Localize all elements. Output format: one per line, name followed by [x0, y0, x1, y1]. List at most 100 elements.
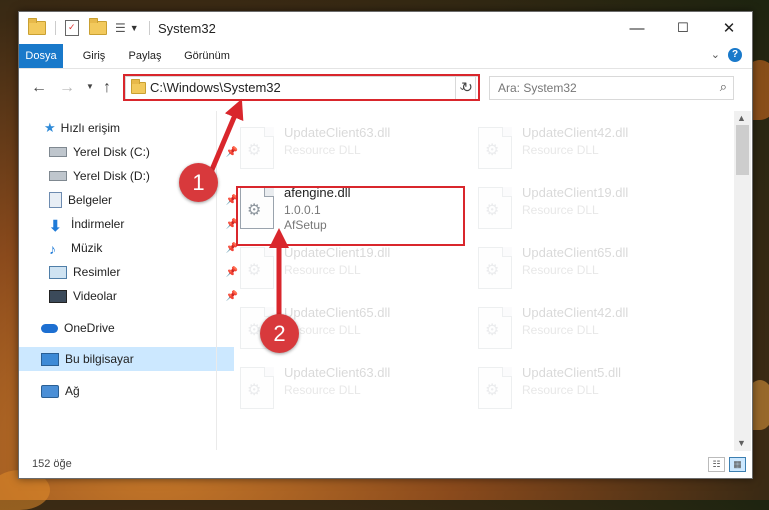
- sidebar-item-music[interactable]: ♪ Müzik 📌: [19, 236, 242, 260]
- file-tile[interactable]: ⚙ UpdateClient19.dll Resource DLL: [473, 177, 703, 233]
- sidebar-item-network[interactable]: Ağ: [19, 379, 234, 403]
- window-title: System32: [158, 21, 216, 36]
- expand-ribbon-icon[interactable]: ⌄: [711, 48, 720, 61]
- sidebar-item-this-pc[interactable]: Bu bilgisayar: [19, 347, 234, 371]
- up-arrow-icon[interactable]: ↑: [103, 79, 111, 97]
- maximize-button[interactable]: ☐: [660, 12, 706, 44]
- file-tile[interactable]: ⚙ UpdateClient5.dll Resource DLL: [473, 357, 703, 413]
- divider: [149, 21, 150, 35]
- dll-file-icon: ⚙: [478, 247, 512, 289]
- file-tile[interactable]: ⚙ UpdateClient63.dll Resource DLL: [235, 357, 465, 413]
- address-highlight-box: [123, 74, 480, 101]
- file-tile[interactable]: ⚙ UpdateClient42.dll Resource DLL: [473, 297, 703, 353]
- sidebar-item-pictures[interactable]: Resimler 📌: [19, 260, 242, 284]
- pane-divider: [216, 111, 217, 450]
- file-name: UpdateClient42.dll: [522, 125, 629, 140]
- details-view-icon[interactable]: ☷: [708, 457, 725, 472]
- file-name: UpdateClient63.dll: [284, 365, 391, 380]
- close-button[interactable]: ✕: [706, 12, 752, 44]
- sidebar-item-label: Hızlı erişim: [60, 121, 120, 135]
- cloud-icon: [41, 323, 58, 333]
- file-list: ⚙ UpdateClient63.dll Resource DLL ⚙ afen…: [227, 111, 734, 450]
- file-name: UpdateClient19.dll: [284, 245, 391, 260]
- step-badge-1: 1: [179, 163, 218, 202]
- sidebar-item-label: Yerel Disk (D:): [73, 169, 150, 183]
- tab-file[interactable]: Dosya: [19, 44, 63, 68]
- gear-icon: ⚙: [485, 262, 500, 279]
- chevron-down-icon[interactable]: ▼: [130, 23, 139, 33]
- file-name: UpdateClient42.dll: [522, 305, 629, 320]
- properties-icon[interactable]: ✓: [65, 20, 79, 36]
- item-count: 152 öğe: [32, 458, 72, 470]
- sidebar-item-disk-c[interactable]: Yerel Disk (C:) 📌: [19, 140, 242, 164]
- file-type: Resource DLL: [284, 383, 361, 397]
- ribbon-tabs: Dosya Giriş Paylaş Görünüm ⌄ ?: [19, 44, 752, 69]
- file-type: Resource DLL: [522, 263, 599, 277]
- explorer-window: ✓ ☰ ▼ System32 — ☐ ✕ Dosya Giriş Paylaş …: [18, 11, 753, 479]
- navigation-pane: ★ Hızlı erişim Yerel Disk (C:) 📌 Yerel D…: [19, 111, 238, 450]
- sidebar-item-label: Belgeler: [68, 193, 113, 207]
- network-icon: [41, 384, 59, 398]
- file-name: UpdateClient65.dll: [284, 305, 391, 320]
- drive-icon: [49, 147, 67, 157]
- vertical-scrollbar[interactable]: ▲ ▼: [734, 111, 751, 451]
- dll-file-icon: ⚙: [478, 307, 512, 349]
- navigation-bar: ← → ▼ ↑ C:\Windows\System32 ⌄ ↻ Ara: Sys…: [19, 69, 752, 109]
- sidebar-item-label: Yerel Disk (C:): [73, 145, 150, 159]
- tab-share[interactable]: Paylaş: [125, 44, 165, 68]
- sidebar-item-label: Müzik: [71, 241, 103, 255]
- title-bar: ✓ ☰ ▼ System32 — ☐ ✕: [19, 12, 752, 44]
- recent-locations-icon[interactable]: ▼: [86, 82, 94, 91]
- star-icon: ★: [44, 120, 56, 135]
- file-type: Resource DLL: [522, 323, 599, 337]
- drive-icon: [49, 171, 67, 181]
- scroll-down-icon[interactable]: ▼: [737, 438, 746, 448]
- dll-file-icon: ⚙: [478, 127, 512, 169]
- quick-access-toolbar: ✓ ☰ ▼: [28, 18, 139, 36]
- download-icon: ⬇: [49, 218, 62, 235]
- tab-view[interactable]: Görünüm: [181, 44, 233, 68]
- tab-home[interactable]: Giriş: [79, 44, 109, 68]
- sidebar-item-downloads[interactable]: ⬇ İndirmeler 📌: [19, 212, 242, 236]
- sidebar-item-quick-access[interactable]: ★ Hızlı erişim: [19, 116, 237, 140]
- documents-icon: [49, 192, 62, 208]
- sidebar-item-videos[interactable]: Videolar 📌: [19, 284, 242, 308]
- file-name: UpdateClient65.dll: [522, 245, 629, 260]
- sidebar-item-label: Ağ: [65, 384, 80, 398]
- sidebar-item-label: OneDrive: [64, 321, 115, 335]
- dll-file-icon: ⚙: [240, 247, 274, 289]
- scrollbar-thumb[interactable]: [736, 125, 749, 175]
- forward-arrow-icon[interactable]: →: [59, 79, 75, 97]
- dll-file-icon: ⚙: [240, 127, 274, 169]
- file-tile[interactable]: ⚙ UpdateClient65.dll Resource DLL: [473, 237, 703, 293]
- file-tile[interactable]: ⚙ UpdateClient42.dll Resource DLL: [473, 117, 703, 173]
- dll-file-icon: ⚙: [478, 187, 512, 229]
- status-bar: 152 öğe ☷ ▦: [19, 452, 752, 478]
- tiles-view-icon[interactable]: ▦: [729, 457, 746, 472]
- gear-icon: ⚙: [485, 382, 500, 399]
- search-input[interactable]: Ara: System32 ⌕: [489, 76, 734, 100]
- minimize-button[interactable]: —: [614, 12, 660, 44]
- search-placeholder: Ara: System32: [498, 81, 577, 95]
- step-badge-2: 2: [260, 314, 299, 353]
- new-folder-icon[interactable]: [89, 18, 107, 35]
- dll-file-icon: ⚙: [478, 367, 512, 409]
- back-arrow-icon[interactable]: ←: [31, 79, 47, 97]
- gear-icon: ⚙: [247, 382, 262, 399]
- file-tile[interactable]: ⚙ UpdateClient19.dll Resource DLL: [235, 237, 465, 293]
- sidebar-item-label: Bu bilgisayar: [65, 352, 134, 366]
- computer-icon: [41, 352, 59, 366]
- sidebar-item-onedrive[interactable]: OneDrive: [19, 316, 234, 340]
- customize-icon[interactable]: ☰: [115, 21, 126, 35]
- file-name: UpdateClient5.dll: [522, 365, 622, 380]
- gear-icon: ⚙: [485, 202, 500, 219]
- help-icon[interactable]: ?: [728, 48, 742, 62]
- view-toggle: ☷ ▦: [708, 457, 746, 472]
- music-icon: ♪: [49, 241, 56, 257]
- file-tile[interactable]: ⚙ UpdateClient63.dll Resource DLL: [235, 117, 465, 173]
- folder-icon: [28, 18, 46, 35]
- file-type: Resource DLL: [522, 143, 599, 157]
- sidebar-item-label: İndirmeler: [71, 217, 125, 231]
- sidebar-item-label: Resimler: [73, 265, 121, 279]
- scroll-up-icon[interactable]: ▲: [737, 113, 746, 123]
